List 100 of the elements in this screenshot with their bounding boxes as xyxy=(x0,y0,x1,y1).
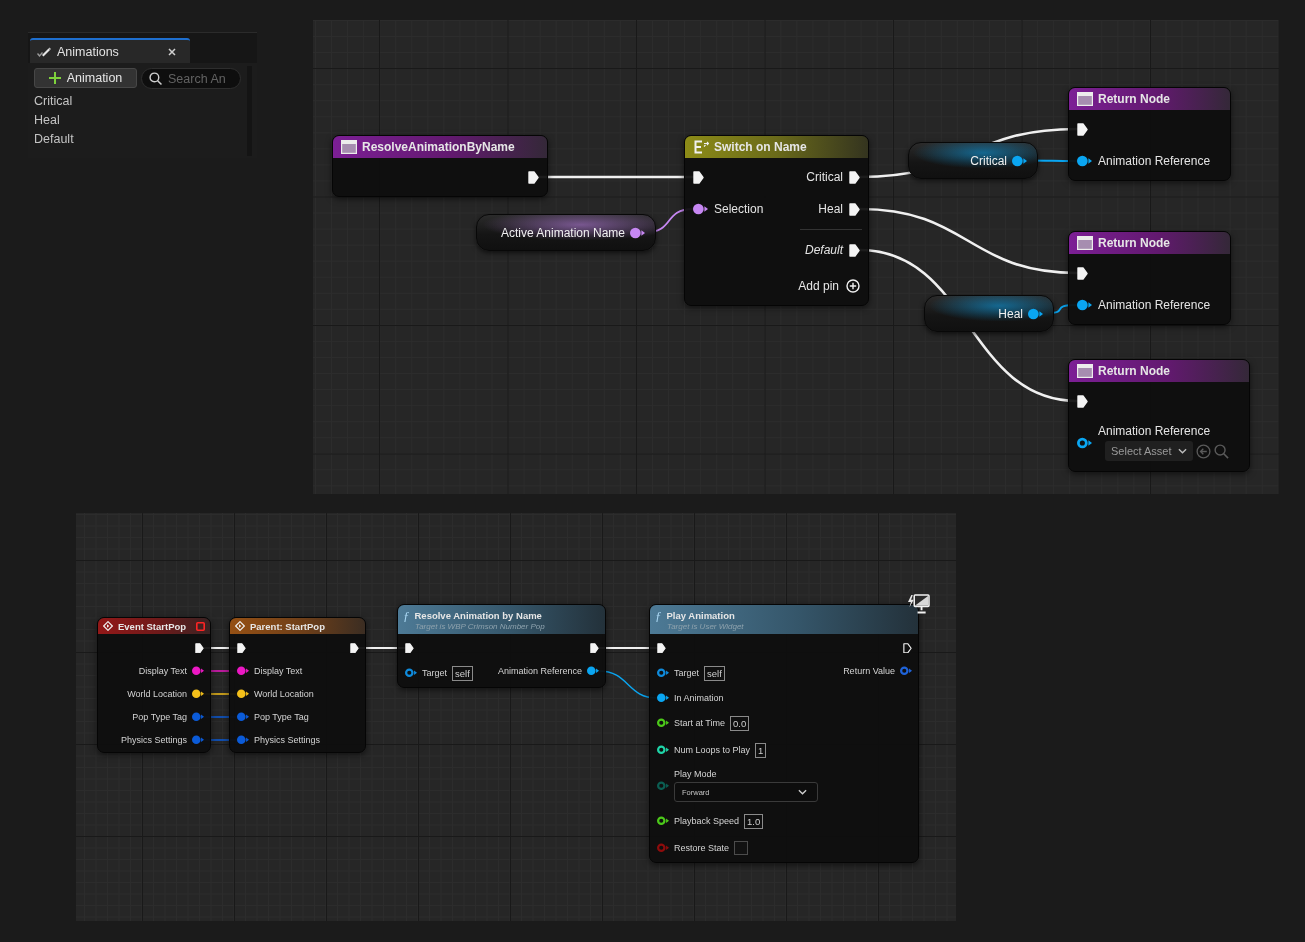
exec-pin-icon[interactable] xyxy=(350,642,359,654)
pin-label: Animation Reference xyxy=(1098,154,1211,168)
data-pin-icon[interactable] xyxy=(1077,436,1092,449)
variable-name: Active Animation Name xyxy=(500,225,625,240)
exec-pin-icon[interactable] xyxy=(903,642,912,654)
data-pin-icon[interactable] xyxy=(657,718,669,728)
data-pin-icon[interactable] xyxy=(192,689,204,699)
exec-pin-icon[interactable] xyxy=(693,170,704,184)
exec-pin-icon[interactable] xyxy=(405,642,414,654)
pin-label: Animation Reference xyxy=(1098,424,1212,438)
data-pin-icon[interactable] xyxy=(693,203,708,215)
data-pin-icon[interactable] xyxy=(237,666,249,676)
variable-name: Heal xyxy=(998,306,1023,321)
pin-label: Physics Settings xyxy=(254,735,321,745)
exec-pin-icon[interactable] xyxy=(849,170,860,184)
search-icon[interactable] xyxy=(1214,443,1229,459)
pen-icon xyxy=(37,45,51,58)
animation-list-item[interactable]: Critical xyxy=(34,92,243,111)
pin-label: In Animation xyxy=(674,693,724,703)
data-pin-icon[interactable] xyxy=(1028,307,1043,320)
pin-label: Play Mode xyxy=(674,769,718,779)
animation-list-item[interactable]: Heal xyxy=(34,111,243,130)
pin-label: Selection xyxy=(714,202,764,216)
pin-label: Critical xyxy=(806,170,843,184)
add-pin-button[interactable]: Add pin xyxy=(798,274,860,298)
pin-label: Pop Type Tag xyxy=(132,712,187,722)
pin-label: Num Loops to Play xyxy=(674,745,751,755)
pin-label: Playback Speed xyxy=(674,816,740,826)
delegate-pin-icon[interactable] xyxy=(196,621,205,631)
node-title: Return Node xyxy=(1098,92,1170,106)
window-icon xyxy=(1077,236,1093,250)
value-field[interactable]: 1.0 xyxy=(744,813,764,829)
function-icon: ƒ xyxy=(403,608,410,622)
pin-label: Display Text xyxy=(254,666,303,676)
exec-pin-icon[interactable] xyxy=(1077,122,1088,136)
exec-pin-icon[interactable] xyxy=(1077,266,1088,280)
data-pin-icon[interactable] xyxy=(587,666,599,676)
exec-pin-icon[interactable] xyxy=(590,642,599,654)
node-title: Event StartPop xyxy=(118,620,187,632)
data-pin-icon[interactable] xyxy=(657,745,669,755)
data-pin-icon[interactable] xyxy=(1077,299,1092,311)
pin-label: Target xyxy=(674,668,699,678)
data-pin-icon[interactable] xyxy=(192,666,204,676)
data-pin-icon[interactable] xyxy=(657,693,669,703)
node-title: Resolve Animation by Name xyxy=(414,609,542,621)
pin-label: Animation Reference xyxy=(497,666,582,676)
asset-dropdown[interactable]: Select Asset xyxy=(1105,441,1193,461)
diamond-icon xyxy=(235,621,245,631)
pin-label: Heal xyxy=(818,202,843,216)
animation-list-item[interactable]: Default xyxy=(34,130,243,149)
pin-label: Display Text xyxy=(138,666,187,676)
node-title: Return Node xyxy=(1098,236,1170,250)
window-icon xyxy=(1077,92,1093,106)
panel-tab[interactable]: Animations xyxy=(30,38,190,63)
close-icon[interactable] xyxy=(168,47,176,56)
exec-pin-icon[interactable] xyxy=(237,642,246,654)
node-title: Play Animation xyxy=(666,609,735,621)
variable-name: Critical xyxy=(970,153,1007,168)
data-pin-icon[interactable] xyxy=(1012,154,1027,167)
window-icon xyxy=(1077,364,1093,378)
pin-label: Start at Time xyxy=(674,718,726,728)
pin-label: World Location xyxy=(254,689,314,699)
value-field[interactable]: self xyxy=(704,665,725,681)
checkbox[interactable] xyxy=(734,841,749,855)
pin-label: Animation Reference xyxy=(1098,298,1211,312)
pin-label: Pop Type Tag xyxy=(254,712,309,722)
add-animation-button[interactable]: Animation xyxy=(34,68,137,88)
exec-pin-icon[interactable] xyxy=(195,642,204,654)
node-title: Return Node xyxy=(1098,364,1170,378)
pin-label: World Location xyxy=(127,689,187,699)
window-icon xyxy=(341,140,357,154)
exec-pin-icon[interactable] xyxy=(528,170,539,184)
data-pin-icon[interactable] xyxy=(405,668,417,678)
plus-circle-icon xyxy=(846,279,860,293)
node-subtitle: Target is WBP Crimson Number Pop xyxy=(415,621,546,631)
data-pin-icon[interactable] xyxy=(657,816,669,826)
caret-icon xyxy=(798,789,807,795)
exec-pin-icon[interactable] xyxy=(657,642,666,654)
node-title: ResolveAnimationByName xyxy=(362,140,515,154)
exec-pin-icon[interactable] xyxy=(849,202,860,216)
pin-label: Physics Settings xyxy=(120,735,187,745)
node-title: Switch on Name xyxy=(714,140,807,154)
diamond-icon xyxy=(103,621,113,631)
data-pin-icon[interactable] xyxy=(630,226,645,239)
data-pin-icon[interactable] xyxy=(657,668,669,678)
pin-label: Restore State xyxy=(674,843,730,853)
value-field[interactable]: 1 xyxy=(755,742,767,758)
exec-pin-icon[interactable] xyxy=(1077,394,1088,408)
pin-label: Return Value xyxy=(843,666,895,676)
arrow-circle-icon[interactable] xyxy=(1196,443,1211,459)
pin-label: Default xyxy=(804,243,843,257)
data-pin-icon[interactable] xyxy=(237,689,249,699)
search-field[interactable]: Search An xyxy=(141,68,241,89)
exec-pin-icon[interactable] xyxy=(849,243,860,257)
data-pin-icon[interactable] xyxy=(1077,155,1092,167)
plus-icon xyxy=(48,72,61,84)
caret-icon xyxy=(1178,448,1187,454)
value-field[interactable]: 0.0 xyxy=(730,715,750,731)
function-icon: ƒ xyxy=(655,608,662,622)
value-field[interactable]: self xyxy=(452,665,473,681)
